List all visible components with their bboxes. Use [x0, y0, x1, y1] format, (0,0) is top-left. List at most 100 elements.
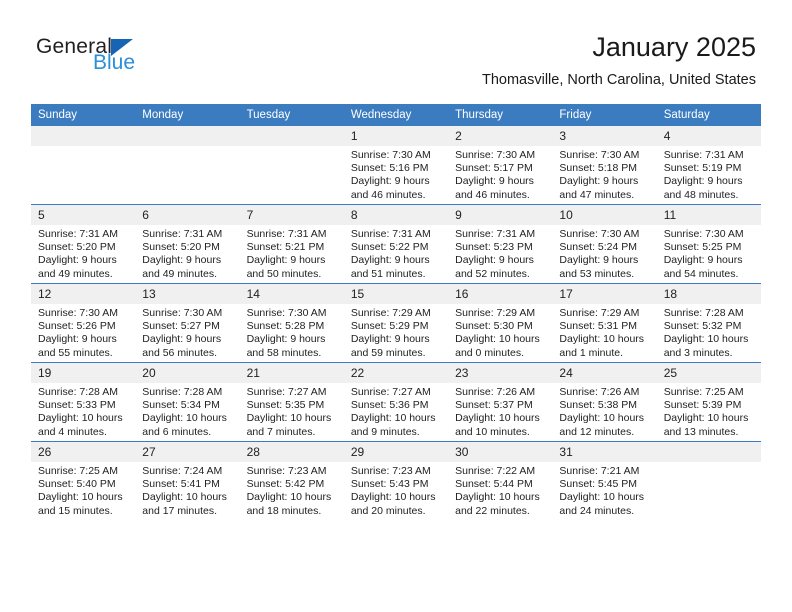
brand-logo[interactable]: General Blue	[36, 36, 236, 88]
sunrise-text: Sunrise: 7:30 AM	[246, 307, 327, 319]
calendar-day-cell[interactable]: 29 Sunrise: 7:23 AM Sunset: 5:43 PM Dayligh…	[343, 441, 449, 520]
calendar-day-cell[interactable]: 13 Sunrise: 7:30 AM Sunset: 5:27 PM Dayligh…	[135, 283, 240, 363]
calendar-day-cell[interactable]: 2 Sunrise: 7:30 AM Sunset: 5:17 PM Daylight…	[448, 126, 553, 205]
calendar-day-cell[interactable]: 1 Sunrise: 7:30 AM Sunset: 5:16 PM Daylight…	[343, 126, 449, 205]
day-number: 19	[31, 363, 136, 383]
sunset-text: Sunset: 5:24 PM	[559, 241, 638, 254]
sunset-text: Sunset: 5:36 PM	[350, 399, 429, 412]
sunrise-text: Sunrise: 7:21 AM	[559, 465, 640, 477]
daylight-text-line1: Daylight: 10 hours	[350, 412, 436, 425]
calendar-day-cell[interactable]: 24 Sunrise: 7:26 AM Sunset: 5:38 PM Dayligh…	[552, 362, 657, 442]
calendar-day-cell[interactable]: 14 Sunrise: 7:30 AM Sunset: 5:28 PM Dayligh…	[239, 283, 344, 363]
sunset-text: Sunset: 5:19 PM	[663, 162, 742, 175]
daylight-text-line1: Daylight: 9 hours	[663, 175, 743, 188]
day-number: 1	[343, 126, 449, 146]
calendar-day-cell[interactable]: 18 Sunrise: 7:28 AM Sunset: 5:32 PM Dayligh…	[656, 283, 761, 363]
daylight-text-line2: and 12 minutes.	[559, 425, 635, 438]
daylight-text-line2: and 0 minutes.	[455, 346, 525, 359]
sunset-text: Sunset: 5:42 PM	[246, 478, 325, 491]
daylight-text-line1: Daylight: 9 hours	[38, 254, 117, 267]
daylight-text-line2: and 9 minutes.	[350, 425, 420, 438]
calendar-day-cell[interactable]: 26 Sunrise: 7:25 AM Sunset: 5:40 PM Dayligh…	[31, 441, 136, 520]
daylight-text-line1: Daylight: 10 hours	[246, 491, 332, 504]
daylight-text-line2: and 49 minutes.	[38, 267, 113, 280]
daylight-text-line2: and 10 minutes.	[455, 425, 530, 438]
calendar-day-cell[interactable]: 5 Sunrise: 7:31 AM Sunset: 5:20 PM Daylight…	[31, 204, 136, 284]
calendar-day-cell[interactable]: 15 Sunrise: 7:29 AM Sunset: 5:29 PM Dayligh…	[343, 283, 449, 363]
calendar-day-cell[interactable]: 20 Sunrise: 7:28 AM Sunset: 5:34 PM Dayligh…	[135, 362, 240, 442]
calendar-day-cell[interactable]: 4 Sunrise: 7:31 AM Sunset: 5:19 PM Daylight…	[656, 126, 761, 205]
calendar-week-row: 19 Sunrise: 7:28 AM Sunset: 5:33 PM Dayligh…	[31, 362, 761, 442]
calendar-day-cell[interactable]: 21 Sunrise: 7:27 AM Sunset: 5:35 PM Dayligh…	[239, 362, 344, 442]
daylight-text-line2: and 6 minutes.	[142, 425, 212, 438]
daylight-text-line2: and 51 minutes.	[350, 267, 426, 280]
sunrise-text: Sunrise: 7:31 AM	[246, 228, 327, 240]
calendar-day-cell[interactable]: 3 Sunrise: 7:30 AM Sunset: 5:18 PM Daylight…	[552, 126, 657, 205]
calendar-week-row: 5 Sunrise: 7:31 AM Sunset: 5:20 PM Daylight…	[31, 204, 761, 284]
calendar-day-cell[interactable]: 16 Sunrise: 7:29 AM Sunset: 5:30 PM Dayligh…	[448, 283, 553, 363]
calendar-day-cell[interactable]: 31 Sunrise: 7:21 AM Sunset: 5:45 PM Dayligh…	[552, 441, 657, 520]
daylight-text-line1: Daylight: 10 hours	[38, 491, 123, 504]
calendar-day-cell[interactable]: 7 Sunrise: 7:31 AM Sunset: 5:21 PM Daylight…	[239, 204, 344, 284]
calendar-day-cell[interactable]: 8 Sunrise: 7:31 AM Sunset: 5:22 PM Daylight…	[343, 204, 449, 284]
sunset-text: Sunset: 5:16 PM	[350, 162, 429, 175]
calendar-day-cell[interactable]: 9 Sunrise: 7:31 AM Sunset: 5:23 PM Daylight…	[448, 204, 553, 284]
day-number: 29	[343, 442, 449, 462]
day-number: 9	[448, 205, 553, 225]
calendar-day-cell[interactable]: 25 Sunrise: 7:25 AM Sunset: 5:39 PM Dayligh…	[656, 362, 761, 442]
sunrise-text: Sunrise: 7:25 AM	[663, 386, 744, 398]
sunset-text: Sunset: 5:25 PM	[663, 241, 742, 254]
calendar-day-cell[interactable]: 27 Sunrise: 7:24 AM Sunset: 5:41 PM Dayligh…	[135, 441, 240, 520]
sunset-text: Sunset: 5:39 PM	[663, 399, 742, 412]
calendar-day-cell[interactable]: 12 Sunrise: 7:30 AM Sunset: 5:26 PM Dayligh…	[31, 283, 136, 363]
calendar-day-cell[interactable]	[239, 126, 344, 205]
calendar-day-cell[interactable]: 17 Sunrise: 7:29 AM Sunset: 5:31 PM Dayligh…	[552, 283, 657, 363]
page-title: January 2025	[592, 32, 756, 62]
sunrise-text: Sunrise: 7:31 AM	[350, 228, 431, 240]
calendar-day-cell[interactable]	[135, 126, 240, 205]
weekday-header-friday: Friday	[552, 104, 657, 126]
day-number	[31, 126, 136, 146]
calendar-day-cell[interactable]: 28 Sunrise: 7:23 AM Sunset: 5:42 PM Dayligh…	[239, 441, 344, 520]
calendar-day-cell[interactable]: 19 Sunrise: 7:28 AM Sunset: 5:33 PM Dayligh…	[31, 362, 136, 442]
daylight-text-line1: Daylight: 10 hours	[663, 412, 749, 425]
daylight-text-line1: Daylight: 9 hours	[350, 254, 430, 267]
calendar-day-cell[interactable]: 6 Sunrise: 7:31 AM Sunset: 5:20 PM Daylight…	[135, 204, 240, 284]
daylight-text-line1: Daylight: 10 hours	[455, 412, 540, 425]
day-number: 31	[552, 442, 657, 462]
daylight-text-line2: and 55 minutes.	[38, 346, 113, 359]
calendar-day-cell[interactable]: 11 Sunrise: 7:30 AM Sunset: 5:25 PM Dayligh…	[656, 204, 761, 284]
location-subtitle: Thomasville, North Carolina, United Stat…	[481, 72, 756, 88]
sunset-text: Sunset: 5:35 PM	[246, 399, 325, 412]
sunrise-text: Sunrise: 7:23 AM	[350, 465, 431, 477]
daylight-text-line2: and 59 minutes.	[350, 346, 426, 359]
daylight-text-line2: and 46 minutes.	[455, 188, 530, 201]
daylight-text-line2: and 17 minutes.	[142, 504, 217, 517]
daylight-text-line2: and 46 minutes.	[350, 188, 426, 201]
calendar-day-cell[interactable]: 22 Sunrise: 7:27 AM Sunset: 5:36 PM Dayligh…	[343, 362, 449, 442]
day-number: 8	[343, 205, 449, 225]
daylight-text-line1: Daylight: 9 hours	[559, 254, 639, 267]
sunrise-text: Sunrise: 7:27 AM	[350, 386, 431, 398]
calendar-day-cell[interactable]: 30 Sunrise: 7:22 AM Sunset: 5:44 PM Dayligh…	[448, 441, 553, 520]
sunset-text: Sunset: 5:27 PM	[142, 320, 220, 333]
daylight-text-line1: Daylight: 10 hours	[142, 412, 227, 425]
daylight-text-line1: Daylight: 10 hours	[246, 412, 332, 425]
daylight-text-line2: and 48 minutes.	[663, 188, 739, 201]
sunrise-text: Sunrise: 7:30 AM	[455, 149, 536, 161]
weekday-header-saturday: Saturday	[656, 104, 761, 126]
sunrise-text: Sunrise: 7:30 AM	[663, 228, 744, 240]
sunset-text: Sunset: 5:26 PM	[38, 320, 116, 333]
sunset-text: Sunset: 5:21 PM	[246, 241, 325, 254]
day-number	[656, 442, 761, 462]
daylight-text-line1: Daylight: 9 hours	[350, 333, 430, 346]
sunset-text: Sunset: 5:32 PM	[663, 320, 742, 333]
day-number: 10	[552, 205, 657, 225]
sunset-text: Sunset: 5:37 PM	[455, 399, 533, 412]
calendar-day-cell[interactable]: 10 Sunrise: 7:30 AM Sunset: 5:24 PM Dayligh…	[552, 204, 657, 284]
calendar-day-cell[interactable]	[31, 126, 136, 205]
daylight-text-line2: and 1 minute.	[559, 346, 624, 359]
calendar-day-cell[interactable]: 23 Sunrise: 7:26 AM Sunset: 5:37 PM Dayligh…	[448, 362, 553, 442]
sunset-text: Sunset: 5:22 PM	[350, 241, 429, 254]
calendar-day-cell[interactable]	[656, 441, 761, 520]
